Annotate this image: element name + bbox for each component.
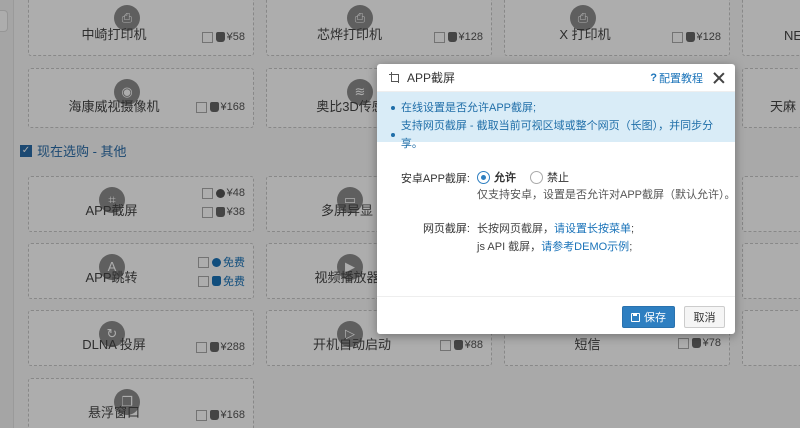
save-label: 保存	[644, 312, 666, 324]
screenshot-settings-dialog: APP截屏 ? 配置教程 在线设置是否允许APP截屏; 支持网页截屏 - 截取当…	[377, 64, 736, 334]
android-screenshot-label: 安卓APP截屏:	[400, 173, 470, 185]
dialog-footer: 保存 取消	[377, 296, 735, 334]
demo-example-link[interactable]: 请参考DEMO示例	[541, 241, 629, 253]
screenshot-radio-group: 允许 禁止	[477, 169, 583, 185]
save-icon	[631, 312, 640, 322]
radio-forbid[interactable]	[530, 170, 543, 184]
web-line-suffix: ;	[629, 241, 633, 253]
dialog-header: APP截屏 ? 配置教程	[377, 64, 735, 92]
info-text: 支持网页截屏 - 截取当前可视区域或整个网页（长图），并同步分享。	[400, 120, 714, 150]
info-item: 支持网页截屏 - 截取当前可视区域或整个网页（长图），并同步分享。	[391, 117, 721, 153]
info-box: 在线设置是否允许APP截屏; 支持网页截屏 - 截取当前可视区域或整个网页（长图…	[377, 92, 735, 150]
web-line-longpress: 长按网页截屏，请设置长按菜单;	[477, 220, 634, 236]
web-line-suffix: ;	[631, 223, 635, 235]
bullet-icon	[391, 106, 395, 110]
bullet-icon	[391, 133, 395, 137]
config-tutorial-link[interactable]: ? 配置教程	[650, 70, 703, 86]
web-line-jsapi: js API 截屏，请参考DEMO示例;	[477, 238, 632, 254]
radio-allow-label[interactable]: 允许	[494, 169, 516, 185]
web-screenshot-label: 网页截屏:	[422, 223, 470, 235]
help-label: 配置教程	[659, 72, 703, 85]
web-line-text: 长按网页截屏，	[477, 223, 554, 235]
close-icon[interactable]	[713, 72, 725, 84]
crop-icon	[389, 71, 401, 84]
android-hint: 仅支持安卓，设置是否允许对APP截屏（默认允许）。	[477, 189, 736, 201]
info-item: 在线设置是否允许APP截屏;	[391, 99, 721, 117]
info-text: 在线设置是否允许APP截屏;	[401, 102, 537, 114]
web-line-text: js API 截屏，	[477, 241, 542, 253]
dialog-title: APP截屏	[407, 71, 456, 85]
radio-forbid-label[interactable]: 禁止	[547, 169, 569, 185]
longpress-menu-link[interactable]: 请设置长按菜单	[554, 223, 631, 235]
cancel-button[interactable]: 取消	[684, 306, 725, 328]
help-icon: ?	[650, 71, 657, 84]
radio-allow[interactable]	[477, 170, 490, 184]
save-button[interactable]: 保存	[622, 306, 675, 328]
